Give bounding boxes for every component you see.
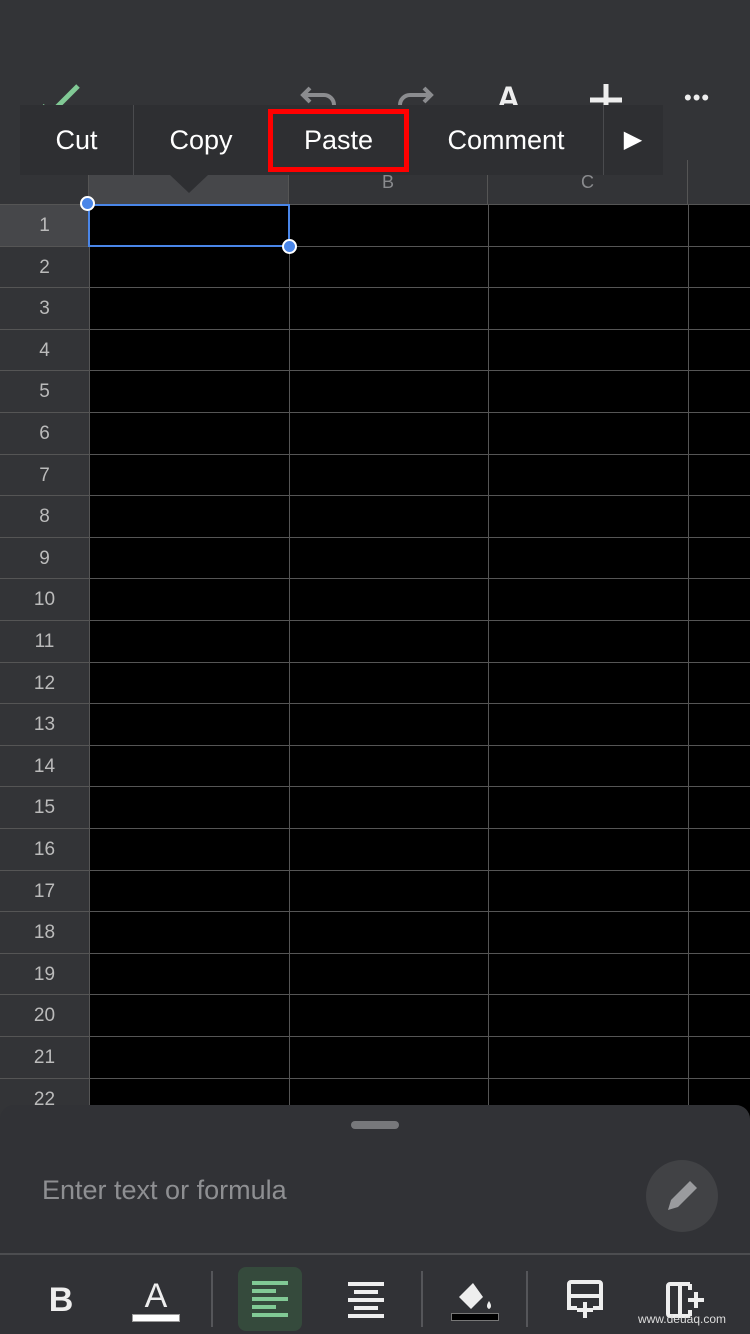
- edit-button[interactable]: [646, 1160, 718, 1232]
- grid-line: [488, 205, 489, 1105]
- align-center-button[interactable]: [343, 1271, 389, 1329]
- menu-item-cut[interactable]: Cut: [20, 105, 133, 175]
- divider: [0, 1253, 750, 1255]
- drag-handle[interactable]: [351, 1121, 399, 1129]
- menu-item-paste[interactable]: Paste: [268, 108, 409, 172]
- grid-line: [89, 1077, 750, 1079]
- selection-handle-top[interactable]: [80, 196, 95, 211]
- grid-line: [89, 205, 90, 1105]
- text-color-icon: A: [144, 1277, 168, 1315]
- text-color-swatch: [132, 1314, 180, 1322]
- grid-line: [89, 287, 750, 289]
- pencil-icon: [668, 1181, 697, 1210]
- grid-line: [688, 205, 689, 1105]
- row-header-6[interactable]: 6: [0, 413, 89, 455]
- row-header-21[interactable]: 21: [0, 1037, 89, 1079]
- row-header-17[interactable]: 17: [0, 870, 89, 913]
- context-menu: Cut Copy Paste Comment ▶: [20, 105, 663, 175]
- toolbar-separator: [421, 1271, 423, 1327]
- bottom-sheet: Enter text or formula B A www.deuaq.com: [0, 1105, 750, 1334]
- row-header-16[interactable]: 16: [0, 829, 89, 871]
- row-header-4[interactable]: 4: [0, 329, 89, 372]
- row-header-14[interactable]: 14: [0, 745, 89, 788]
- bold-button[interactable]: B: [36, 1271, 86, 1329]
- grid-line: [89, 703, 750, 705]
- row-header-9[interactable]: 9: [0, 537, 89, 580]
- row-header-10[interactable]: 10: [0, 579, 89, 621]
- align-left-button[interactable]: [238, 1267, 302, 1331]
- grid-line: [89, 578, 750, 580]
- column-header-d[interactable]: [688, 160, 750, 205]
- grid-line: [89, 869, 750, 871]
- grid-line: [89, 994, 750, 996]
- grid-line: [89, 786, 750, 788]
- grid-line: [89, 952, 750, 954]
- insert-row-button[interactable]: [562, 1271, 608, 1329]
- row-header-2[interactable]: 2: [0, 246, 89, 289]
- row-header-5[interactable]: 5: [0, 371, 89, 413]
- align-center-icon: [348, 1282, 384, 1318]
- grid-line: [289, 205, 290, 1105]
- selection-handle-bottom[interactable]: [282, 239, 297, 254]
- row-header-19[interactable]: 19: [0, 953, 89, 996]
- grid-line: [89, 495, 750, 497]
- watermark: www.deuaq.com: [637, 1312, 726, 1326]
- row-header-11[interactable]: 11: [0, 621, 89, 663]
- row-header-13[interactable]: 13: [0, 704, 89, 746]
- align-left-icon: [252, 1281, 288, 1317]
- row-header-3[interactable]: 3: [0, 288, 89, 330]
- grid-line: [89, 370, 750, 372]
- grid-line: [89, 328, 750, 330]
- text-color-button[interactable]: A: [128, 1271, 184, 1329]
- selected-cell-a1[interactable]: [88, 204, 290, 247]
- grid-line: [89, 1036, 750, 1037]
- menu-item-comment[interactable]: Comment: [409, 105, 603, 175]
- grid-line: [89, 661, 750, 663]
- row-header-7[interactable]: 7: [0, 454, 89, 497]
- grid-line: [89, 536, 750, 538]
- row-header-18[interactable]: 18: [0, 912, 89, 954]
- row-header-12[interactable]: 12: [0, 662, 89, 705]
- fill-color-icon: [459, 1283, 491, 1309]
- row-header-15[interactable]: 15: [0, 787, 89, 829]
- insert-row-icon: [567, 1280, 603, 1318]
- row-header-20[interactable]: 20: [0, 995, 89, 1037]
- menu-item-copy[interactable]: Copy: [134, 105, 268, 175]
- fill-color-swatch: [451, 1313, 499, 1321]
- fill-color-button[interactable]: [450, 1271, 500, 1329]
- grid-line: [89, 828, 750, 829]
- formula-input[interactable]: Enter text or formula: [42, 1175, 287, 1206]
- row-header-1[interactable]: 1: [0, 205, 89, 247]
- row-header-8[interactable]: 8: [0, 496, 89, 538]
- bold-icon: B: [48, 1280, 74, 1319]
- menu-more-arrow-icon[interactable]: ▶: [604, 105, 662, 175]
- menu-pointer: [170, 175, 208, 193]
- toolbar-separator: [211, 1271, 213, 1327]
- grid-line: [89, 744, 750, 746]
- grid-line: [89, 620, 750, 621]
- toolbar-separator: [526, 1271, 528, 1327]
- grid-line: [89, 453, 750, 455]
- grid-line: [89, 412, 750, 413]
- more-icon[interactable]: •••: [684, 78, 710, 118]
- grid-line: [89, 911, 750, 913]
